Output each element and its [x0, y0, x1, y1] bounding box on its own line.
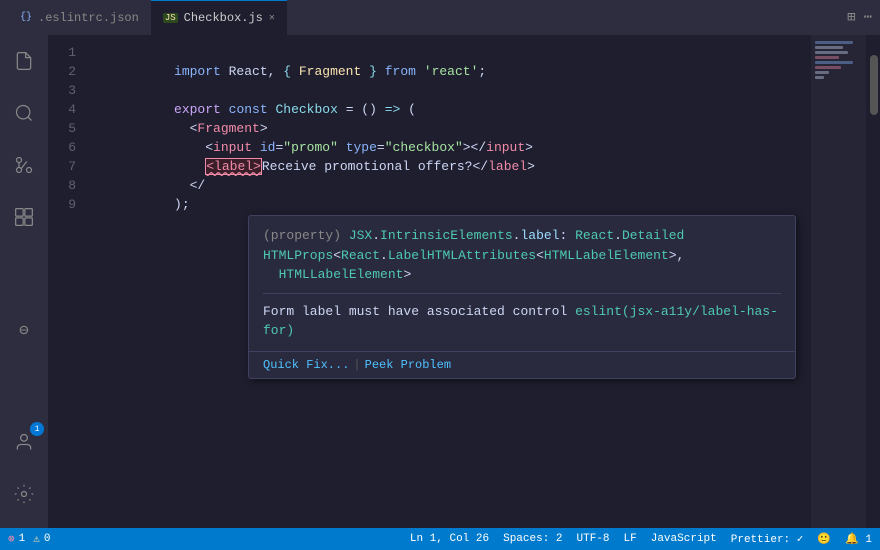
code-editor[interactable]: 1 2 3 4 5 6 7 8 9 import React, { Fragme…	[48, 35, 880, 528]
hover-type-info-3: HTMLLabelElement>	[263, 265, 781, 285]
error-icon: ⊗	[8, 532, 15, 546]
spaces-label: Spaces: 2	[503, 533, 562, 545]
activity-remote-icon[interactable]: ⊘	[0, 304, 49, 355]
title-bar-actions: ⊞ ⋯	[847, 9, 872, 26]
activity-bottom: 1	[6, 424, 42, 520]
line-num-1: 1	[48, 43, 88, 62]
smiley-icon: 🙂	[817, 532, 831, 546]
status-bar: ⊗ 1 ⚠ 0 Ln 1, Col 26 Spaces: 2 UTF-8 LF …	[0, 528, 880, 550]
more-actions-icon[interactable]: ⋯	[864, 9, 872, 26]
hover-popup-content: (property) JSX.IntrinsicElements.label: …	[249, 216, 795, 351]
tab-eslintrc-label: .eslintrc.json	[38, 11, 139, 25]
status-errors[interactable]: ⊗ 1	[8, 532, 25, 546]
line-num-3: 3	[48, 81, 88, 100]
line-num-8: 8	[48, 176, 88, 195]
tab-checkbox[interactable]: JS Checkbox.js ✕	[151, 0, 287, 35]
tab-eslintrc[interactable]: {} .eslintrc.json	[8, 0, 151, 35]
code-content[interactable]: import React, { Fragment } from 'react';…	[88, 35, 811, 528]
hover-popup: (property) JSX.IntrinsicElements.label: …	[248, 215, 796, 379]
line-num-7: 7	[48, 157, 88, 176]
scrollbar-thumb[interactable]	[870, 55, 878, 115]
hover-divider	[263, 293, 781, 294]
activity-settings-icon[interactable]	[6, 476, 42, 512]
code-line-1: import React, { Fragment } from 'react';	[96, 43, 811, 62]
hover-error-message: Form label must have associated control …	[263, 302, 781, 341]
warning-icon: ⚠	[33, 532, 40, 546]
checkbox-icon: JS	[163, 13, 178, 23]
status-position[interactable]: Ln 1, Col 26	[410, 533, 489, 545]
accounts-badge: 1	[30, 422, 44, 436]
line-num-5: 5	[48, 119, 88, 138]
line-numbers: 1 2 3 4 5 6 7 8 9	[48, 35, 88, 528]
position-label: Ln 1, Col 26	[410, 533, 489, 545]
status-prettier[interactable]: Prettier: ✓	[731, 532, 804, 546]
title-bar: {} .eslintrc.json JS Checkbox.js ✕ ⊞ ⋯	[0, 0, 880, 35]
tab-close-button[interactable]: ✕	[269, 12, 275, 24]
status-spaces[interactable]: Spaces: 2	[503, 533, 562, 545]
status-language[interactable]: JavaScript	[651, 533, 717, 545]
activity-extensions-icon[interactable]	[6, 199, 42, 235]
status-eol[interactable]: LF	[624, 533, 637, 545]
hover-type-info: (property) JSX.IntrinsicElements.label: …	[263, 226, 781, 246]
peek-problem-button[interactable]: Peek Problem	[365, 358, 451, 372]
eol-label: LF	[624, 533, 637, 545]
status-bar-right: Ln 1, Col 26 Spaces: 2 UTF-8 LF JavaScri…	[410, 532, 872, 546]
warning-count: 0	[44, 533, 51, 545]
status-warnings[interactable]: ⚠ 0	[33, 532, 50, 546]
quick-fix-button[interactable]: Quick Fix...	[263, 358, 349, 372]
encoding-label: UTF-8	[577, 533, 610, 545]
activity-source-control-icon[interactable]	[6, 147, 42, 183]
code-line-9	[96, 195, 811, 214]
status-encoding[interactable]: UTF-8	[577, 533, 610, 545]
activity-files-icon[interactable]	[6, 43, 42, 79]
status-smiley[interactable]: 🙂	[817, 532, 831, 546]
hover-type-info-2: HTMLProps<React.LabelHTMLAttributes<HTML…	[263, 246, 781, 266]
line-num-4: 4	[48, 100, 88, 119]
bell-icon: 🔔 1	[845, 532, 872, 546]
line-num-2: 2	[48, 62, 88, 81]
tab-area: {} .eslintrc.json JS Checkbox.js ✕	[8, 0, 847, 35]
scrollbar[interactable]	[866, 35, 880, 528]
prettier-label: Prettier: ✓	[731, 532, 804, 546]
activity-search-icon[interactable]	[6, 95, 42, 131]
activity-accounts-icon[interactable]: 1	[6, 424, 42, 460]
line-num-9: 9	[48, 195, 88, 214]
main-area: ⊘ 1 1 2 3 4	[0, 35, 880, 528]
editor-area: 1 2 3 4 5 6 7 8 9 import React, { Fragme…	[48, 35, 880, 528]
error-count: 1	[19, 533, 26, 545]
hover-action-separator: |	[353, 358, 360, 372]
minimap	[811, 35, 866, 528]
status-bar-left: ⊗ 1 ⚠ 0	[8, 532, 50, 546]
status-bell[interactable]: 🔔 1	[845, 532, 872, 546]
line-num-6: 6	[48, 138, 88, 157]
activity-bar: ⊘ 1	[0, 35, 48, 528]
split-editor-icon[interactable]: ⊞	[847, 9, 855, 26]
hover-actions: Quick Fix... | Peek Problem	[249, 351, 795, 378]
eslintrc-icon: {}	[20, 12, 32, 23]
tab-checkbox-label: Checkbox.js	[184, 11, 263, 25]
language-label: JavaScript	[651, 533, 717, 545]
code-line-3: export const Checkbox = () => (	[96, 81, 811, 100]
